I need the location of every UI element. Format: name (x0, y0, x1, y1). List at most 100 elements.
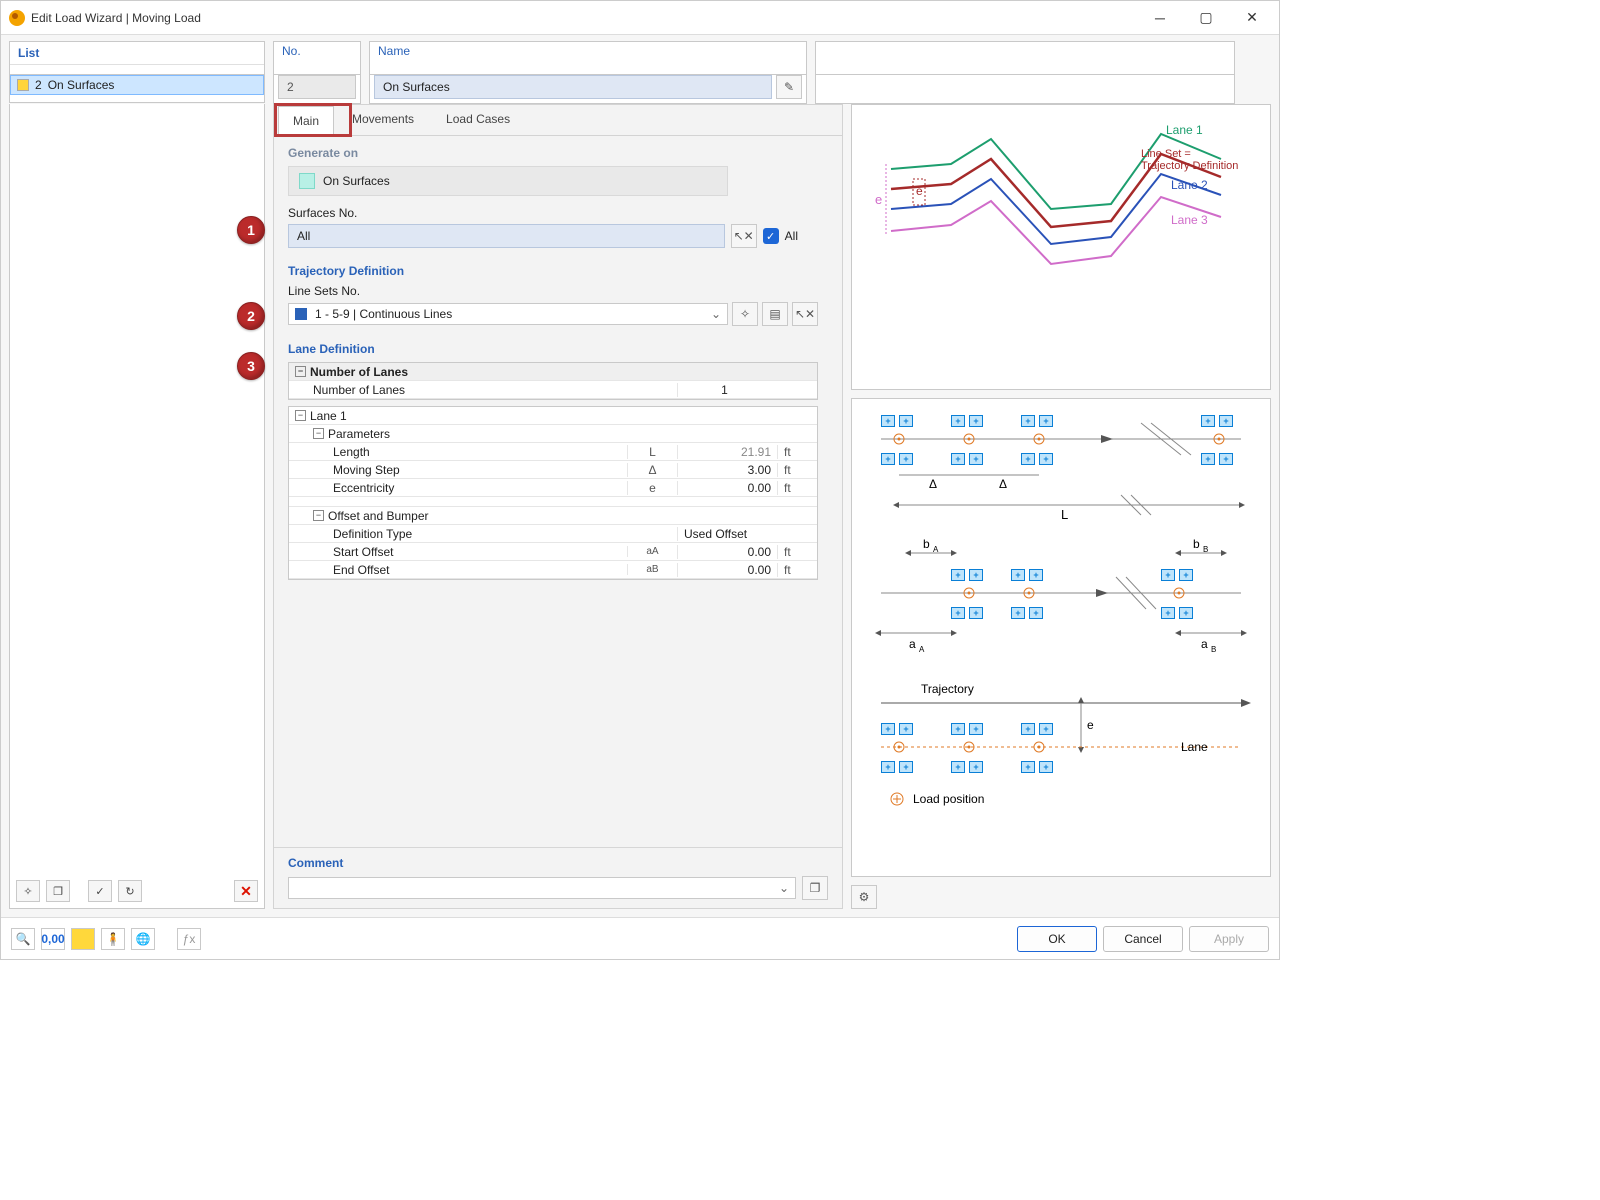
surfaces-no-label: Surfaces No. (288, 206, 828, 220)
toolbar-globe-button[interactable]: 🌐 (131, 928, 155, 950)
edit-lineset-button[interactable]: ▤ (762, 302, 788, 326)
diagram-icon: ⚙ (859, 890, 870, 904)
list-header: List (10, 42, 264, 65)
toolbar-script-button[interactable]: ƒx (177, 928, 201, 950)
comment-combo[interactable]: ⌄ (288, 877, 796, 899)
svg-text:Lane 3: Lane 3 (1171, 213, 1208, 227)
top-empty-panel (815, 41, 1235, 75)
endoff-label: End Offset (289, 563, 627, 577)
list-item-label: On Surfaces (48, 78, 115, 92)
lane-section-title: Lane Definition (288, 342, 828, 356)
surface-swatch-icon (299, 173, 315, 189)
name-input[interactable]: On Surfaces (374, 75, 772, 99)
svg-text:Trajectory Definition: Trajectory Definition (1141, 160, 1238, 172)
linesets-label: Line Sets No. (288, 284, 828, 298)
surfaces-no-input[interactable]: All (288, 224, 725, 248)
main-tab-content: Generate on On Surfaces Surfaces No. All… (273, 135, 843, 909)
deftype-value[interactable]: Used Offset (677, 527, 777, 541)
toolbar-model-button[interactable]: 🧍 (101, 928, 125, 950)
svg-text:Lane 1: Lane 1 (1166, 123, 1203, 137)
script-icon: ƒx (183, 932, 196, 946)
nlanes-header: Number of Lanes (310, 365, 408, 379)
check-button[interactable]: ✓ (88, 880, 112, 902)
toolbar-precision-button[interactable]: 0,00 (41, 928, 65, 950)
svg-text:e: e (875, 192, 882, 207)
tab-main[interactable]: Main (278, 106, 334, 136)
nlanes-value[interactable]: 1 (677, 383, 777, 397)
collapse-icon[interactable]: − (313, 510, 324, 521)
cancel-button[interactable]: Cancel (1103, 926, 1183, 952)
bottom-bar: 🔍 0,00 🧍 🌐 ƒx OK Cancel Apply (1, 917, 1279, 959)
comment-label: Comment (288, 856, 828, 870)
startoff-label: Start Offset (289, 545, 627, 559)
maximize-button[interactable]: ▢ (1183, 2, 1229, 34)
svg-text:a: a (1201, 637, 1208, 651)
list-header-panel: List (9, 41, 265, 75)
reload-button[interactable]: ↻ (118, 880, 142, 902)
ecc-value[interactable]: 0.00 (677, 481, 777, 495)
minimize-button[interactable]: ─ (1137, 2, 1183, 34)
all-checkbox[interactable]: ✓ (763, 228, 779, 244)
svg-text:Lane 2: Lane 2 (1171, 178, 1208, 192)
svg-text:b: b (923, 537, 930, 551)
no-panel: No. (273, 41, 361, 75)
ok-button[interactable]: OK (1017, 926, 1097, 952)
tab-movements[interactable]: Movements (338, 105, 428, 135)
generate-section-title: Generate on (288, 146, 828, 160)
precision-icon: 0,00 (41, 932, 64, 946)
startoff-value[interactable]: 0.00 (677, 545, 777, 559)
search-icon: 🔍 (16, 932, 31, 946)
step-value[interactable]: 3.00 (677, 463, 777, 477)
collapse-icon[interactable]: − (313, 428, 324, 439)
delete-button[interactable]: ✕ (234, 880, 258, 902)
pencil-icon: ✎ (784, 80, 794, 94)
close-button[interactable]: ✕ (1229, 2, 1275, 34)
length-label: Length (289, 445, 627, 459)
svg-text:b: b (1193, 537, 1200, 551)
pick-surfaces-button[interactable]: ↖✕ (731, 224, 757, 248)
color-swatch-icon (17, 79, 29, 91)
comment-library-button[interactable]: ❐ (802, 876, 828, 900)
name-panel: Name (369, 41, 807, 75)
blue-swatch-icon (295, 308, 307, 320)
toolbar-color-button[interactable] (71, 928, 95, 950)
check-icon: ✓ (95, 885, 104, 898)
list-item[interactable]: 2 On Surfaces (10, 75, 264, 95)
linesets-select[interactable]: 1 - 5-9 | Continuous Lines ⌄ (288, 303, 728, 325)
tabs: Main Movements Load Cases (273, 104, 843, 135)
collapse-icon[interactable]: − (295, 410, 306, 421)
edit-name-button[interactable]: ✎ (776, 75, 802, 99)
no-input[interactable]: 2 (278, 75, 356, 99)
pick-lineset-button[interactable]: ↖✕ (792, 302, 818, 326)
callout-3: 3 (237, 352, 265, 380)
model-icon: 🧍 (106, 932, 121, 946)
window-title: Edit Load Wizard | Moving Load (31, 11, 201, 25)
trajectory-section-title: Trajectory Definition (288, 264, 828, 278)
linesets-value: 1 - 5-9 | Continuous Lines (315, 307, 452, 321)
tab-load-cases[interactable]: Load Cases (432, 105, 524, 135)
list-panel: ✧ ❐ ✓ ↻ ✕ (9, 104, 265, 909)
copy-button[interactable]: ❐ (46, 880, 70, 902)
lane-treegrid[interactable]: −Number of Lanes Number of Lanes1 (288, 362, 818, 400)
all-label: All (785, 229, 798, 243)
toolbar-search-button[interactable]: 🔍 (11, 928, 35, 950)
reload-icon: ↻ (125, 885, 134, 898)
nlanes-label: Number of Lanes (289, 383, 627, 397)
new-lineset-button[interactable]: ✧ (732, 302, 758, 326)
new-button[interactable]: ✧ (16, 880, 40, 902)
svg-text:e: e (1087, 718, 1094, 732)
endoff-value[interactable]: 0.00 (677, 563, 777, 577)
edit-icon: ▤ (769, 307, 780, 321)
apply-button[interactable]: Apply (1189, 926, 1269, 952)
svg-text:B: B (1211, 645, 1216, 654)
svg-text:B: B (1203, 545, 1208, 554)
svg-text:Δ: Δ (999, 477, 1007, 491)
length-value: 21.91 (677, 445, 777, 459)
generate-option: On Surfaces (323, 174, 390, 188)
new-icon: ✧ (740, 307, 750, 321)
help-diagram-button[interactable]: ⚙ (851, 885, 877, 909)
step-label: Moving Step (289, 463, 627, 477)
svg-text:Lane: Lane (1181, 740, 1208, 754)
collapse-icon[interactable]: − (295, 366, 306, 377)
ecc-label: Eccentricity (289, 481, 627, 495)
